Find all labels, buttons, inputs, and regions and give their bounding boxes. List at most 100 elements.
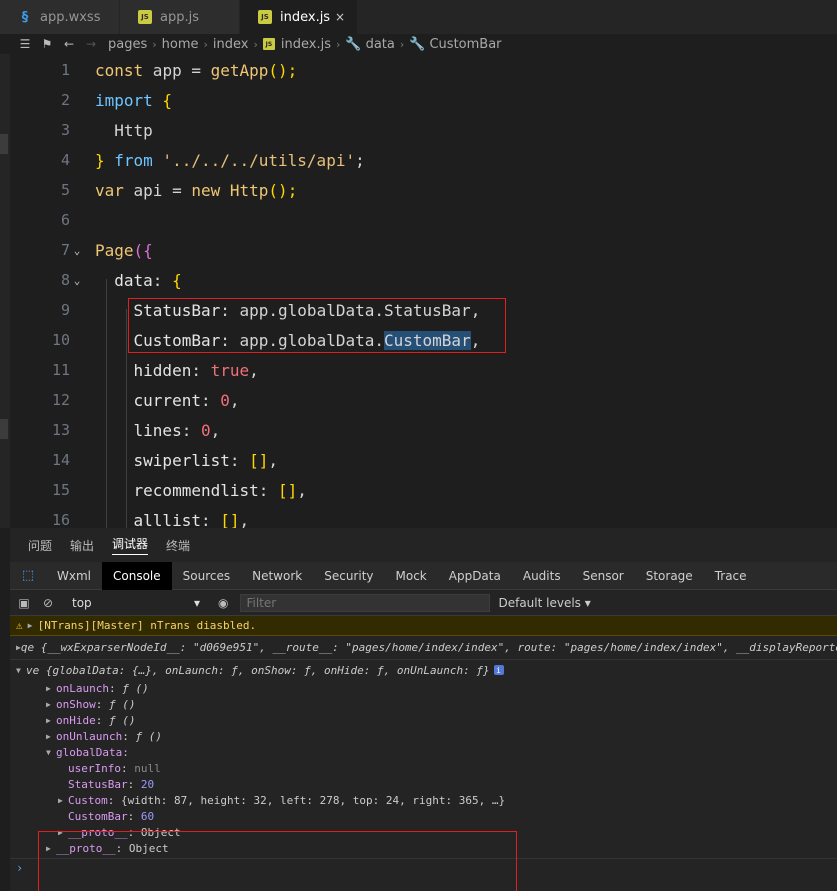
info-icon[interactable]: i	[493, 665, 504, 675]
tree-item: userInfo: null	[68, 761, 161, 775]
collapse-triangle-icon: ▼	[46, 747, 51, 757]
code-line[interactable]: 16 alllist: [],	[10, 505, 837, 529]
expand-triangle-icon: ▶	[46, 715, 51, 725]
code-line[interactable]: 4 } from '../../../utils/api';	[10, 145, 837, 175]
tab-console[interactable]: Console	[102, 561, 172, 590]
breadcrumb-item[interactable]: index	[213, 37, 249, 52]
bookmark-icon[interactable]: ⚑	[36, 37, 58, 51]
breadcrumb-item[interactable]: index.js	[281, 37, 331, 52]
tab-wxml[interactable]: Wxml	[46, 562, 102, 590]
code-line[interactable]: 13 lines: 0,	[10, 415, 837, 445]
line-number: 7	[60, 241, 70, 259]
code-line[interactable]: 2 import {	[10, 85, 837, 115]
line-number: 13	[51, 421, 70, 439]
code-line[interactable]: 5 var api = new Http();	[10, 175, 837, 205]
code-line[interactable]: 14 swiperlist: [],	[10, 445, 837, 475]
chevron-right-icon: ›	[336, 37, 341, 51]
tab-problems[interactable]: 问题	[28, 537, 52, 554]
fold-chevron-icon[interactable]: ⌄	[70, 274, 84, 287]
tab-sensor[interactable]: Sensor	[572, 562, 635, 590]
console-entry[interactable]: ▶ qe {__wxExparserNodeId__: "d069e951", _…	[10, 636, 837, 660]
gutter-marker	[0, 419, 8, 439]
sidebar-toggle-icon[interactable]: ▣	[14, 596, 34, 610]
tab-storage[interactable]: Storage	[635, 562, 704, 590]
forward-arrow-icon[interactable]: →	[80, 37, 102, 51]
console-toolbar: ▣ ⊘ top▾ ◉ Default levels ▾	[10, 590, 837, 616]
devtools-panel: 问题 输出 调试器 终端 ⬚ Wxml Console Sources Netw…	[10, 528, 837, 891]
warning-icon: ⚠	[16, 619, 23, 632]
expand-triangle-icon: ▶	[46, 699, 51, 709]
tab-appdata[interactable]: AppData	[438, 562, 512, 590]
tree-item[interactable]: ▶ Custom: {width: 87, height: 32, left: 2…	[10, 792, 837, 808]
breadcrumb-item[interactable]: pages	[108, 37, 147, 52]
context-select[interactable]: top ▾	[72, 596, 200, 610]
chevron-right-icon: ›	[152, 37, 157, 51]
tab-index-js[interactable]: JS index.js ×	[240, 0, 358, 34]
highlight-box	[38, 831, 517, 891]
tab-network[interactable]: Network	[241, 562, 313, 590]
code-line[interactable]: 6	[10, 205, 837, 235]
tab-audits[interactable]: Audits	[512, 562, 572, 590]
expand-triangle-icon: ▶	[46, 683, 51, 693]
console-entry[interactable]: ▼ ve {globalData: {…}, onLaunch: ƒ, onSho…	[10, 660, 837, 680]
code-line[interactable]: 3 Http	[10, 115, 837, 145]
prompt-chevron-icon: ›	[16, 860, 24, 875]
close-icon[interactable]: ×	[335, 10, 345, 24]
expand-triangle-icon[interactable]: ▶	[28, 621, 38, 630]
inspect-icon[interactable]: ⬚	[10, 568, 46, 583]
expand-triangle-icon: ▶	[46, 731, 51, 741]
tab-mock[interactable]: Mock	[385, 562, 438, 590]
levels-dropdown[interactable]: Default levels ▾	[498, 596, 590, 610]
code-line[interactable]: 1 const app = getApp();	[10, 55, 837, 85]
line-number: 15	[51, 481, 70, 499]
clear-console-icon[interactable]: ⊘	[38, 596, 58, 610]
line-number: 1	[60, 61, 70, 79]
line-number: 10	[51, 331, 70, 349]
devtools-tabs: ⬚ Wxml Console Sources Network Security …	[10, 561, 837, 590]
breadcrumb-item[interactable]: home	[162, 37, 199, 52]
back-arrow-icon[interactable]: ←	[58, 37, 80, 51]
tab-debugger[interactable]: 调试器	[112, 535, 149, 555]
code-line[interactable]: 11 hidden: true,	[10, 355, 837, 385]
code-line[interactable]: 7 ⌄ Page({	[10, 235, 837, 265]
line-number: 11	[51, 361, 70, 379]
breadcrumb-item[interactable]: data	[366, 37, 395, 52]
dropdown-arrow-icon: ▾	[193, 595, 200, 610]
bottom-panel-tabs: 问题 输出 调试器 终端	[10, 528, 837, 562]
line-number: 6	[60, 211, 70, 229]
wrench-icon: 🔧	[345, 36, 362, 52]
eye-icon[interactable]: ◉	[218, 596, 228, 610]
chevron-right-icon: ›	[253, 37, 258, 51]
filter-input[interactable]	[240, 593, 491, 612]
js-file-icon: JS	[262, 38, 275, 50]
code-line[interactable]: 15 recommendlist: [],	[10, 475, 837, 505]
fold-chevron-icon[interactable]: ⌄	[70, 244, 84, 257]
tab-app-js[interactable]: JS app.js	[120, 0, 240, 34]
line-number: 16	[51, 511, 70, 528]
tab-app-wxss[interactable]: § app.wxss	[0, 0, 120, 34]
tree-item[interactable]: ▶ onHide: ƒ ()	[10, 712, 837, 728]
tree-item[interactable]: ▶ onLaunch: ƒ ()	[10, 680, 837, 696]
tab-sources[interactable]: Sources	[172, 562, 241, 590]
tree-item-globaldata[interactable]: ▼ globalData:	[10, 744, 837, 760]
console-warning[interactable]: ⚠ ▶ [NTrans][Master] nTrans diasbled.	[10, 616, 837, 636]
code-line[interactable]: 8 ⌄ data: {	[10, 265, 837, 295]
code-line[interactable]: 12 current: 0,	[10, 385, 837, 415]
console-output[interactable]: ⚠ ▶ [NTrans][Master] nTrans diasbled. ▶ qe …	[10, 616, 837, 891]
tree-item[interactable]: ▶ onUnlaunch: ƒ ()	[10, 728, 837, 744]
line-number: 14	[51, 451, 70, 469]
tab-trace[interactable]: Trace	[704, 562, 758, 590]
expand-triangle-icon: ▶	[58, 795, 63, 805]
list-icon[interactable]: ☰	[14, 37, 36, 51]
line-number: 2	[60, 91, 70, 109]
line-number: 12	[51, 391, 70, 409]
code-editor[interactable]: 1 const app = getApp(); 2 import { 3 Htt…	[10, 54, 837, 528]
tab-terminal[interactable]: 终端	[166, 537, 190, 554]
collapse-triangle-icon[interactable]: ▼	[16, 666, 26, 675]
tab-output[interactable]: 输出	[70, 537, 94, 554]
line-number: 4	[60, 151, 70, 169]
tab-security[interactable]: Security	[313, 562, 384, 590]
js-file-icon: JS	[138, 10, 152, 24]
tree-item[interactable]: ▶ onShow: ƒ ()	[10, 696, 837, 712]
breadcrumb-item[interactable]: CustomBar	[429, 37, 501, 52]
